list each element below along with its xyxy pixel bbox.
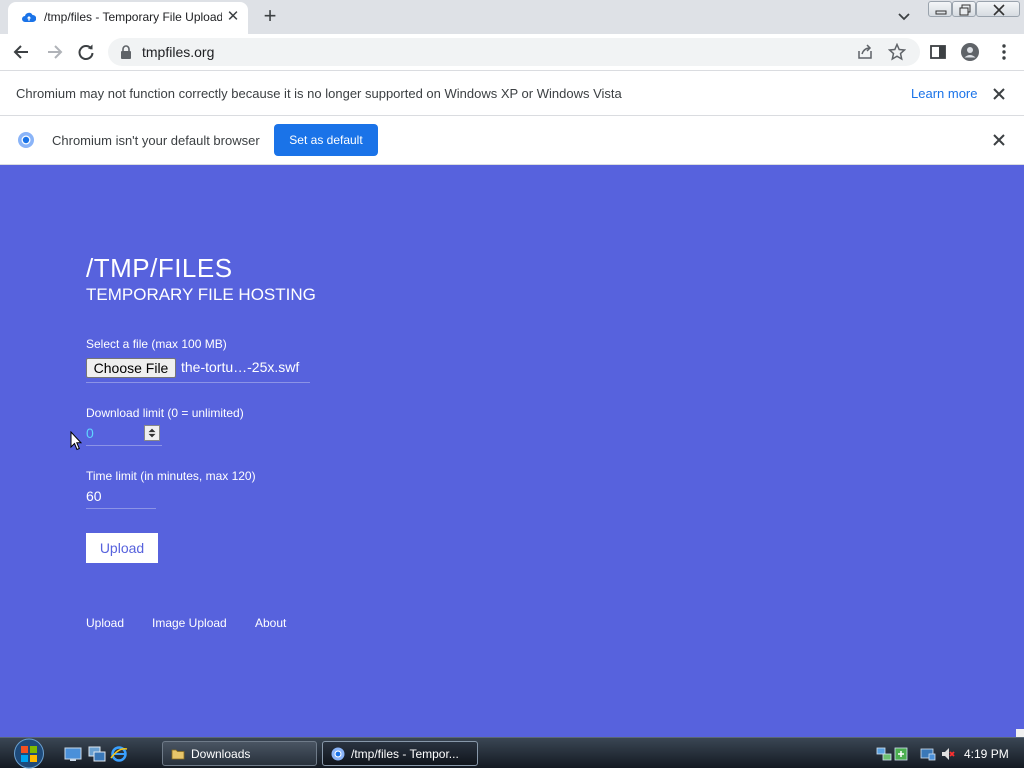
cloud-upload-icon bbox=[22, 12, 36, 22]
back-icon[interactable] bbox=[12, 42, 32, 62]
lock-icon[interactable] bbox=[120, 45, 132, 59]
file-label: Select a file (max 100 MB) bbox=[86, 337, 227, 351]
new-tab-button[interactable]: + bbox=[258, 5, 282, 29]
selected-file-name: the-tortu…-25x.swf bbox=[181, 359, 300, 375]
unsupported-os-infobar: Chromium may not function correctly beca… bbox=[0, 71, 1024, 116]
time-limit-input[interactable]: 60 bbox=[86, 487, 156, 509]
tab-title: /tmp/files - Temporary File Upload bbox=[44, 10, 222, 24]
file-input[interactable]: Choose File the-tortu…-25x.swf bbox=[86, 357, 310, 383]
reload-icon[interactable] bbox=[76, 42, 96, 62]
folder-icon bbox=[171, 749, 185, 760]
bookmark-star-icon[interactable] bbox=[888, 43, 906, 61]
display-tray-icon[interactable] bbox=[920, 746, 936, 762]
scrollbar-thumb[interactable] bbox=[1016, 165, 1024, 729]
restore-icon bbox=[959, 4, 971, 16]
show-desktop-icon[interactable] bbox=[64, 745, 82, 763]
taskbar-window-label: Downloads bbox=[191, 747, 251, 761]
taskbar-window-downloads[interactable]: Downloads bbox=[162, 741, 317, 766]
close-icon[interactable] bbox=[990, 85, 1008, 103]
close-icon[interactable] bbox=[990, 131, 1008, 149]
start-button-icon[interactable] bbox=[10, 738, 48, 769]
close-window-button[interactable] bbox=[976, 1, 1020, 17]
download-limit-value: 0 bbox=[86, 425, 94, 441]
default-browser-infobar: Chromium isn't your default browser Set … bbox=[0, 116, 1024, 165]
profile-avatar-icon[interactable] bbox=[960, 42, 980, 62]
chromium-logo-icon bbox=[18, 132, 34, 148]
tab-search-icon[interactable] bbox=[894, 8, 914, 26]
close-window-icon bbox=[993, 4, 1005, 16]
update-tray-icon[interactable] bbox=[893, 746, 909, 762]
switch-windows-icon[interactable] bbox=[88, 745, 106, 763]
mouse-cursor-icon bbox=[70, 431, 82, 451]
minimize-button[interactable] bbox=[928, 1, 952, 17]
forward-icon[interactable] bbox=[44, 42, 64, 62]
taskbar-window-label: /tmp/files - Tempor... bbox=[351, 747, 459, 761]
restore-button[interactable] bbox=[952, 1, 976, 17]
menu-kebab-icon[interactable] bbox=[994, 42, 1014, 62]
site-subtitle: TEMPORARY FILE HOSTING bbox=[86, 285, 316, 304]
learn-more-link[interactable]: Learn more bbox=[911, 86, 977, 101]
footer-link-upload[interactable]: Upload bbox=[86, 616, 124, 630]
time-limit-label: Time limit (in minutes, max 120) bbox=[86, 469, 256, 483]
windows-taskbar: Downloads /tmp/files - Tempor... 4:19 PM bbox=[0, 737, 1024, 769]
footer-link-image-upload[interactable]: Image Upload bbox=[152, 616, 227, 630]
taskbar-clock[interactable]: 4:19 PM bbox=[964, 747, 1009, 761]
default-browser-message: Chromium isn't your default browser bbox=[52, 133, 260, 148]
taskbar-window-chromium[interactable]: /tmp/files - Tempor... bbox=[322, 741, 478, 766]
set-as-default-button[interactable]: Set as default bbox=[274, 124, 378, 156]
volume-muted-icon[interactable] bbox=[940, 746, 956, 762]
internet-explorer-icon[interactable] bbox=[110, 745, 128, 763]
unsupported-os-message: Chromium may not function correctly beca… bbox=[16, 86, 622, 101]
site-title: /TMP/FILES bbox=[86, 253, 233, 283]
time-limit-value: 60 bbox=[86, 488, 102, 504]
address-bar[interactable]: tmpfiles.org bbox=[108, 38, 920, 66]
url-text: tmpfiles.org bbox=[142, 44, 215, 60]
download-limit-label: Download limit (0 = unlimited) bbox=[86, 406, 244, 420]
tab-close-icon[interactable]: ✕ bbox=[224, 8, 242, 26]
side-panel-icon[interactable] bbox=[928, 42, 948, 62]
download-limit-input[interactable]: 0 bbox=[86, 424, 162, 446]
browser-toolbar: tmpfiles.org bbox=[0, 34, 1024, 71]
choose-file-button[interactable]: Choose File bbox=[86, 358, 176, 378]
footer-link-about[interactable]: About bbox=[255, 616, 286, 630]
page-content: /TMP/FILES TEMPORARY FILE HOSTING Select… bbox=[0, 165, 1016, 737]
number-spinner-icon[interactable] bbox=[144, 425, 160, 441]
minimize-icon bbox=[935, 10, 947, 15]
chromium-icon bbox=[331, 747, 345, 761]
browser-titlebar: /tmp/files - Temporary File Upload ✕ + bbox=[0, 0, 1024, 34]
upload-button[interactable]: Upload bbox=[86, 533, 158, 563]
network-tray-icon[interactable] bbox=[876, 746, 892, 762]
share-icon[interactable] bbox=[856, 43, 874, 61]
browser-tab[interactable]: /tmp/files - Temporary File Upload ✕ bbox=[8, 2, 248, 34]
